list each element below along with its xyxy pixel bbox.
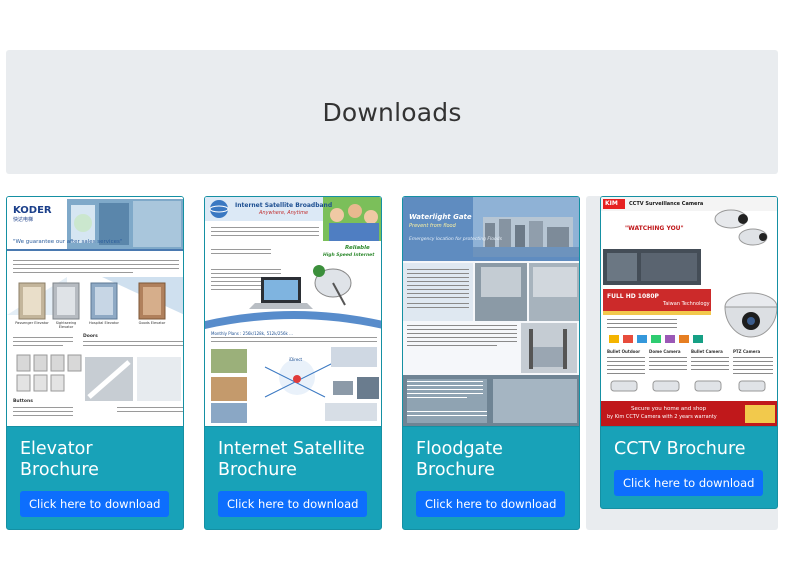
floodgate-card-title: Floodgate Brochure <box>416 439 566 481</box>
internet-satellite-title-line1: Internet Satellite <box>218 439 365 459</box>
cctv-brand: KIM <box>605 200 618 207</box>
satellite-subheading: Anywhere, Anytime <box>259 210 309 216</box>
cctv-col-bullet-outdoor: Bullet Outdoor <box>607 349 641 354</box>
floodgate-title-line1: Floodgate <box>416 439 503 459</box>
elevator-label-sightseeing: Sightseeing Elevator <box>55 321 77 329</box>
elevator-title-line1: Elevator <box>20 439 93 459</box>
satellite-plans: Monthly Plans : 256k/128k, 512k/256k ... <box>211 331 293 336</box>
floodgate-card-body: Floodgate Brochure Click here to downloa… <box>403 427 579 529</box>
cctv-tech: Taiwan Technology <box>663 301 710 307</box>
internet-satellite-brochure-card: Internet Satellite Broadband Anywhere, A… <box>204 196 382 530</box>
elevator-logo: KODER <box>13 205 52 216</box>
cctv-col-ptz: PTZ Camera <box>733 349 761 354</box>
cctv-card-title: CCTV Brochure <box>614 439 764 460</box>
floodgate-heading: Waterlight Gate <box>409 213 472 221</box>
downloads-page: Downloads KODER 快达电梯 "We guarantee our a… <box>0 0 792 576</box>
cctv-card-body: CCTV Brochure Click here to download <box>601 427 777 508</box>
cctv-brochure-card: KIM CCTV Surveillance Camera "WATCHING Y… <box>600 196 778 509</box>
floodgate-brochure-thumbnail[interactable]: Waterlight Gate Prevent from flood Emerg… <box>403 197 579 427</box>
cctv-brochure-thumbnail[interactable]: KIM CCTV Surveillance Camera "WATCHING Y… <box>601 197 777 427</box>
satellite-badge-line1: Reliable <box>345 245 370 251</box>
elevator-label-hospital: Hospital Elevator <box>89 321 119 325</box>
internet-satellite-card-title: Internet Satellite Brochure <box>218 439 368 481</box>
internet-satellite-title-line2: Brochure <box>218 460 297 480</box>
floodgate-subheading: Prevent from flood <box>409 223 456 229</box>
elevator-logo-sub: 快达电梯 <box>13 217 34 223</box>
elevator-brochure-card: KODER 快达电梯 "We guarantee our after sales… <box>6 196 184 530</box>
cctv-download-button[interactable]: Click here to download <box>614 470 764 496</box>
elevator-label-goods: Goods Elevator <box>138 321 166 325</box>
floodgate-brochure-image <box>403 197 579 426</box>
elevator-title-line2: Brochure <box>20 460 99 480</box>
elevator-label-passenger: Passenger Elevator <box>15 321 49 325</box>
elevator-section-buttons: Buttons <box>13 399 33 404</box>
floodgate-brochure-card: Waterlight Gate Prevent from flood Emerg… <box>402 196 580 530</box>
cctv-hd: FULL HD 1080P <box>607 293 659 300</box>
elevator-brochure-thumbnail[interactable]: KODER 快达电梯 "We guarantee our after sales… <box>7 197 183 427</box>
cctv-col-bullet: Bullet Camera <box>691 349 723 354</box>
elevator-download-button[interactable]: Click here to download <box>20 491 170 517</box>
cctv-slogan: "WATCHING YOU" <box>625 225 684 232</box>
internet-satellite-brochure-image <box>205 197 381 426</box>
elevator-card-title: Elevator Brochure <box>20 439 170 481</box>
internet-satellite-download-button[interactable]: Click here to download <box>218 491 368 517</box>
downloads-header: Downloads <box>6 50 778 174</box>
floodgate-side-text: Emergency location for protecting Floods <box>409 237 502 242</box>
internet-satellite-brochure-thumbnail[interactable]: Internet Satellite Broadband Anywhere, A… <box>205 197 381 427</box>
cctv-footer-line1: Secure you home and shop <box>631 406 707 412</box>
elevator-tagline: "We guarantee our after sales services" <box>13 239 123 245</box>
cctv-col-dome: Dome Camera <box>649 349 681 354</box>
cctv-footer-line2: by Kim CCTV Camera with 2 years warranty <box>607 414 717 420</box>
page-title: Downloads <box>322 97 462 127</box>
internet-satellite-card-body: Internet Satellite Brochure Click here t… <box>205 427 381 529</box>
elevator-brochure-image <box>7 197 183 426</box>
elevator-card-body: Elevator Brochure Click here to download <box>7 427 183 529</box>
satellite-map-label: iDirect <box>289 357 303 362</box>
floodgate-title-line2: Brochure <box>416 460 495 480</box>
satellite-badge-line2: High Speed Internet <box>323 253 375 258</box>
cctv-title-line1: CCTV Brochure <box>614 439 746 459</box>
cctv-heading: CCTV Surveillance Camera <box>629 201 704 207</box>
floodgate-download-button[interactable]: Click here to download <box>416 491 566 517</box>
satellite-heading: Internet Satellite Broadband <box>235 202 333 209</box>
elevator-section-doors: Doors <box>83 334 98 339</box>
